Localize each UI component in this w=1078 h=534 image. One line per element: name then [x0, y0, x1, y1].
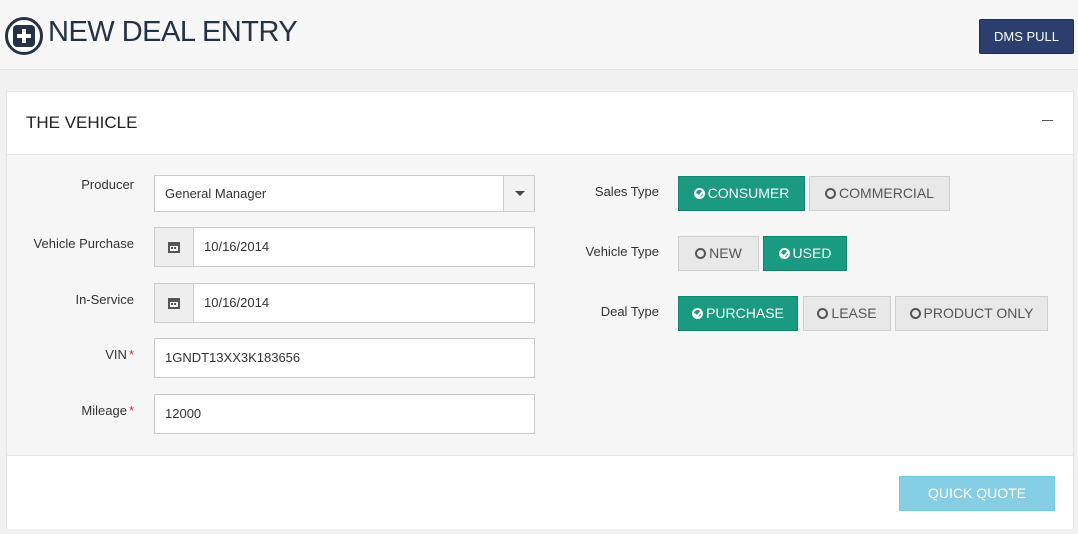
producer-select[interactable]: General Manager	[154, 175, 535, 212]
vin-input[interactable]: 1GNDT13XX3K183656	[154, 338, 535, 378]
mileage-label-text: Mileage	[81, 403, 127, 418]
mileage-label: Mileage *	[0, 403, 134, 418]
mileage-input[interactable]: 12000	[154, 394, 535, 434]
vehicle-purchase-label: Vehicle Purchase	[33, 236, 134, 251]
vin-label-text: VIN	[105, 347, 127, 362]
collapse-icon[interactable]	[1042, 120, 1053, 121]
consumer-label: CONSUMER	[707, 185, 790, 201]
vehicle-purchase-input[interactable]: 10/16/2014	[193, 227, 535, 267]
page-title: NEW DEAL ENTRY	[48, 16, 298, 48]
vehicle-purchase-calendar-button[interactable]	[154, 227, 193, 267]
deal-type-lease[interactable]: LEASE	[803, 296, 891, 331]
deal-type-label: Deal Type	[600, 304, 659, 319]
used-label: USED	[792, 245, 832, 261]
check-circle-icon	[778, 248, 790, 259]
panel-heading: THE VEHICLE	[7, 92, 1073, 155]
panel-title: THE VEHICLE	[26, 113, 138, 132]
panel-footer: QUICK QUOTE	[7, 455, 1073, 529]
vin-required-mark: *	[128, 347, 134, 362]
product-only-label: PRODUCT ONLY	[923, 305, 1034, 321]
plus-circle-icon	[5, 17, 43, 55]
new-label: NEW	[709, 245, 742, 261]
calendar-icon	[168, 242, 180, 253]
lease-label: LEASE	[831, 305, 877, 321]
sales-type-commercial[interactable]: COMMERCIAL	[809, 176, 950, 211]
quick-quote-button[interactable]: QUICK QUOTE	[899, 476, 1055, 511]
circle-icon	[695, 248, 707, 259]
dms-pull-button[interactable]: DMS PULL	[979, 19, 1074, 54]
sales-type-label: Sales Type	[594, 184, 659, 199]
vehicle-type-used[interactable]: USED	[763, 236, 847, 271]
sales-type-consumer[interactable]: CONSUMER	[678, 176, 805, 211]
circle-icon	[825, 188, 837, 199]
deal-type-purchase[interactable]: PURCHASE	[678, 296, 798, 331]
vehicle-type-new[interactable]: NEW	[678, 236, 759, 271]
vehicle-panel: THE VEHICLE Producer General Manager Veh…	[6, 91, 1074, 529]
page-header: NEW DEAL ENTRY DMS PULL	[0, 0, 1078, 70]
commercial-label: COMMERCIAL	[839, 185, 934, 201]
producer-label: Producer	[81, 177, 134, 192]
mileage-required-mark: *	[128, 403, 134, 418]
circle-icon	[909, 308, 921, 319]
vehicle-type-label: Vehicle Type	[585, 244, 659, 259]
purchase-label: PURCHASE	[706, 305, 784, 321]
deal-type-product-only[interactable]: PRODUCT ONLY	[895, 296, 1048, 331]
in-service-label: In-Service	[75, 292, 134, 307]
producer-value: General Manager	[165, 186, 267, 201]
check-circle-icon	[693, 188, 705, 199]
check-circle-icon	[692, 308, 704, 319]
vin-label: VIN *	[0, 347, 134, 362]
in-service-input[interactable]: 10/16/2014	[193, 283, 535, 323]
calendar-icon	[168, 298, 180, 309]
circle-icon	[817, 308, 829, 319]
in-service-calendar-button[interactable]	[154, 283, 193, 323]
panel-body: Producer General Manager Vehicle Purchas…	[7, 155, 1073, 455]
